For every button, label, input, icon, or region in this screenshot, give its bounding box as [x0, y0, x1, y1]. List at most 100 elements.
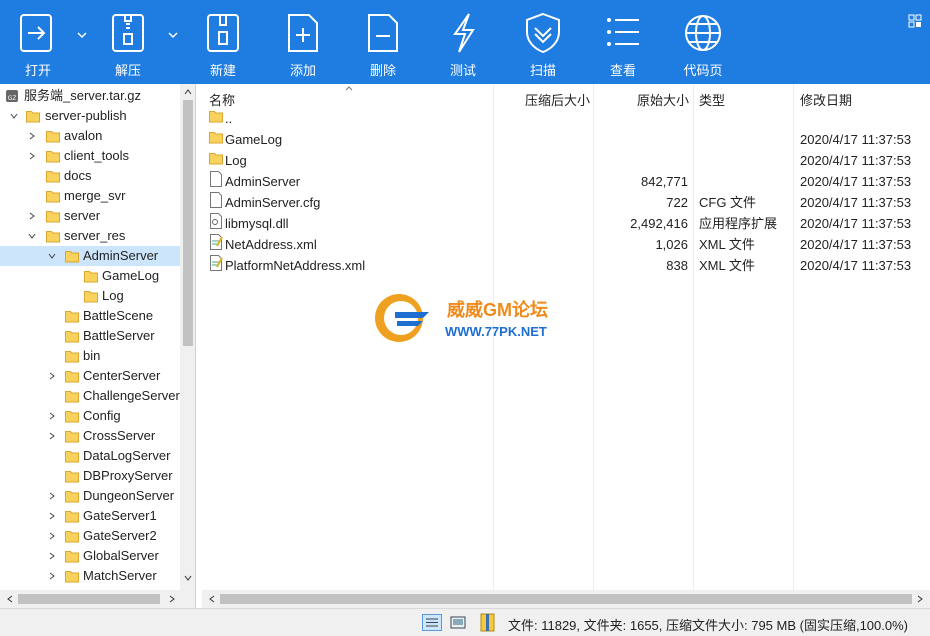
tree-item[interactable]: GateServer1: [0, 506, 180, 526]
folder-icon: [46, 169, 60, 183]
list-horizontal-scrollbar[interactable]: [202, 590, 930, 608]
details-view-icon[interactable]: [422, 614, 442, 631]
tree-item-label: DataLogServer: [83, 448, 171, 463]
chevron-right-icon[interactable]: [48, 372, 56, 380]
list-item[interactable]: NetAddress.xml 1,026 XML 文件 2020/4/17 11:37…: [202, 234, 930, 255]
codepage-button[interactable]: 代码页: [673, 12, 733, 80]
tree-item[interactable]: server_res: [0, 226, 180, 246]
test-button[interactable]: 测试: [433, 12, 493, 80]
scroll-down-icon[interactable]: [184, 574, 192, 582]
folder-icon: [46, 149, 60, 163]
tree-item[interactable]: DataLogServer: [0, 446, 180, 466]
chevron-down-icon[interactable]: [10, 112, 18, 120]
tree-scroll-thumb[interactable]: [183, 100, 193, 346]
col-header-original[interactable]: 原始大小: [637, 90, 689, 109]
col-header-compressed[interactable]: 压缩后大小: [525, 90, 590, 109]
chevron-right-icon[interactable]: [48, 572, 56, 580]
tree-hscroll-thumb[interactable]: [18, 594, 160, 604]
chevron-right-icon[interactable]: [48, 432, 56, 440]
view-list-icon: [607, 18, 639, 46]
list-item[interactable]: Log 2020/4/17 11:37:53: [202, 150, 930, 171]
tree-item-label: GameLog: [102, 268, 160, 283]
tree-item[interactable]: Config: [0, 406, 180, 426]
extract-button[interactable]: 解压: [98, 12, 158, 80]
tree-item-label: DBProxyServer: [83, 468, 173, 483]
tree-item[interactable]: DBProxyServer: [0, 466, 180, 486]
scroll-right-icon[interactable]: [916, 595, 924, 603]
tree-item[interactable]: server: [0, 206, 180, 226]
tree-vertical-scrollbar[interactable]: [180, 84, 195, 592]
tree-item[interactable]: server-publish: [0, 106, 180, 126]
scroll-right-icon[interactable]: [168, 595, 176, 603]
file-type: 应用程序扩展: [699, 216, 778, 231]
tree-item-label: Log: [102, 288, 124, 303]
tree-item[interactable]: BattleServer: [0, 326, 180, 346]
list-item[interactable]: AdminServer 842,771 2020/4/17 11:37:53: [202, 171, 930, 192]
thumbnail-view-icon[interactable]: [448, 614, 468, 631]
scan-button[interactable]: 扫描: [513, 12, 573, 80]
chevron-right-icon[interactable]: [28, 132, 36, 140]
archive-info-icon[interactable]: [479, 613, 497, 632]
chevron-down-icon[interactable]: [28, 232, 36, 240]
col-header-type[interactable]: 类型: [699, 90, 725, 109]
folder-icon: [65, 369, 79, 383]
chevron-right-icon[interactable]: [48, 492, 56, 500]
tree-item[interactable]: bin: [0, 346, 180, 366]
tree-item[interactable]: Log: [0, 286, 180, 306]
chevron-down-icon[interactable]: [48, 252, 56, 260]
status-text: 文件: 11829, 文件夹: 1655, 压缩文件大小: 795 MB (固实…: [508, 618, 908, 633]
globe-icon: [685, 15, 721, 51]
scroll-left-icon[interactable]: [208, 595, 216, 603]
delete-button[interactable]: 删除: [353, 12, 413, 80]
tree-item[interactable]: ChallengeServer: [0, 386, 180, 406]
list-item[interactable]: PlatformNetAddress.xml 838 XML 文件 2020/4/17…: [202, 255, 930, 276]
tree-item[interactable]: client_tools: [0, 146, 180, 166]
view-button[interactable]: 查看: [593, 12, 653, 80]
chevron-right-icon[interactable]: [28, 212, 36, 220]
tree-item-label: GateServer2: [83, 528, 157, 543]
tree-item[interactable]: CrossServer: [0, 426, 180, 446]
tree-root[interactable]: GZ 服务端_server.tar.gz: [0, 86, 180, 106]
add-button[interactable]: 添加: [273, 12, 333, 80]
tree-item[interactable]: MatchServer: [0, 566, 180, 586]
list-item[interactable]: ..: [202, 108, 930, 129]
open-dropdown-icon[interactable]: [76, 30, 88, 40]
chevron-right-icon[interactable]: [48, 512, 56, 520]
folder-icon: [65, 389, 79, 403]
scroll-up-icon[interactable]: [184, 88, 192, 96]
tree-item[interactable]: GameLog: [0, 266, 180, 286]
col-header-name[interactable]: 名称: [209, 90, 235, 109]
tree-horizontal-scrollbar[interactable]: [0, 590, 195, 608]
file-modified: 2020/4/17 11:37:53: [800, 174, 912, 189]
tree-item-label: MatchServer: [83, 568, 157, 583]
list-item[interactable]: libmysql.dll 2,492,416 应用程序扩展 2020/4/17 11:…: [202, 213, 930, 234]
scroll-left-icon[interactable]: [6, 595, 14, 603]
new-archive-button[interactable]: 新建: [193, 12, 253, 80]
file-modified: 2020/4/17 11:37:53: [800, 132, 912, 147]
list-item[interactable]: GameLog 2020/4/17 11:37:53: [202, 129, 930, 150]
extract-dropdown-icon[interactable]: [167, 30, 179, 40]
chevron-right-icon[interactable]: [48, 552, 56, 560]
open-button[interactable]: 打开: [8, 12, 68, 80]
chevron-right-icon[interactable]: [48, 412, 56, 420]
layout-grid-icon[interactable]: [908, 14, 922, 28]
chevron-right-icon[interactable]: [48, 532, 56, 540]
file-original-size: 2,492,416: [630, 216, 688, 231]
chevron-right-icon[interactable]: [28, 152, 36, 160]
tree-item[interactable]: merge_svr: [0, 186, 180, 206]
tree-item[interactable]: DungeonServer: [0, 486, 180, 506]
tree-item[interactable]: AdminServer: [0, 246, 180, 266]
file-icon: [209, 192, 223, 208]
tree-item[interactable]: GlobalServer: [0, 546, 180, 566]
list-hscroll-thumb[interactable]: [220, 594, 912, 604]
file-original-size: 842,771: [641, 174, 688, 189]
file-name: NetAddress.xml: [225, 237, 317, 252]
tree-item[interactable]: GateServer2: [0, 526, 180, 546]
tree-item-label: GateServer1: [83, 508, 157, 523]
list-item[interactable]: AdminServer.cfg 722 CFG 文件 2020/4/17 11:37:…: [202, 192, 930, 213]
tree-item[interactable]: BattleScene: [0, 306, 180, 326]
tree-item[interactable]: docs: [0, 166, 180, 186]
col-header-modified[interactable]: 修改日期: [800, 90, 852, 109]
tree-item[interactable]: avalon: [0, 126, 180, 146]
tree-item[interactable]: CenterServer: [0, 366, 180, 386]
